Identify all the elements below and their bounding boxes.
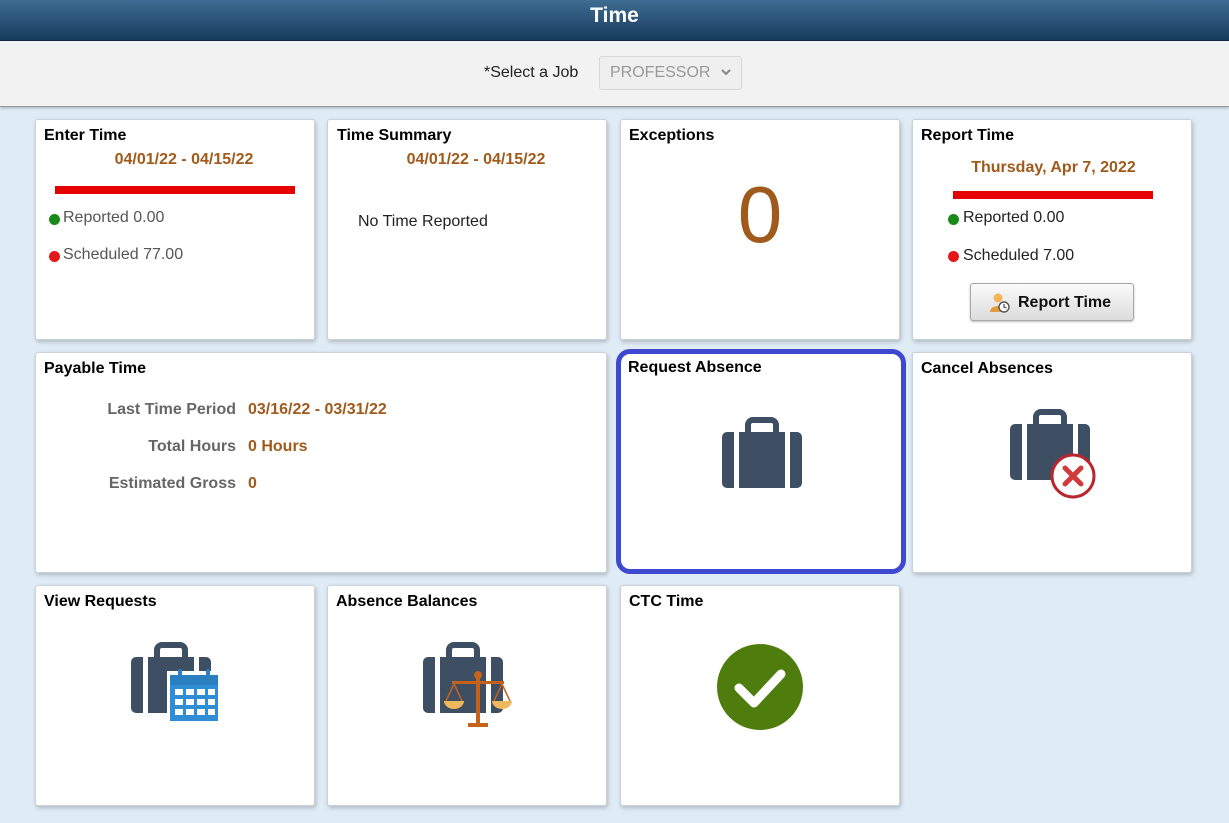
page-title: Time bbox=[590, 4, 639, 27]
reported-hours: Reported 0.00 bbox=[963, 209, 1065, 226]
scheduled-hours: Scheduled 77.00 bbox=[63, 246, 184, 263]
exceptions-count: 0 bbox=[737, 170, 783, 259]
job-select[interactable]: PROFESSOR bbox=[599, 56, 742, 90]
reported-hours: Reported 0.00 bbox=[63, 209, 165, 226]
tile-request-absence[interactable]: Request Absence bbox=[616, 349, 906, 574]
status-dot-green bbox=[49, 214, 60, 225]
tile-enter-time[interactable]: Enter Time 04/01/22 - 04/15/22 Reported … bbox=[35, 119, 315, 340]
chevron-down-icon bbox=[721, 69, 731, 76]
briefcase-scale-icon bbox=[423, 642, 512, 727]
title-bar: Time bbox=[0, 0, 1229, 41]
period-dates: 04/01/22 - 04/15/22 bbox=[406, 151, 546, 168]
tile-absence-balances[interactable]: Absence Balances bbox=[327, 585, 607, 806]
tile-view-requests[interactable]: View Requests bbox=[35, 585, 315, 806]
tile-title: Request Absence bbox=[628, 359, 762, 376]
tile-title: View Requests bbox=[44, 593, 157, 610]
report-time-button-label: Report Time bbox=[1018, 294, 1112, 311]
job-select-label: *Select a Job bbox=[484, 64, 579, 81]
tile-report-time[interactable]: Report Time Thursday, Apr 7, 2022 Report… bbox=[912, 119, 1192, 340]
tile-cancel-absences[interactable]: Cancel Absences bbox=[912, 352, 1192, 573]
no-time-message: No Time Reported bbox=[358, 213, 488, 230]
tile-time-summary[interactable]: Time Summary 04/01/22 - 04/15/22 No Time… bbox=[327, 119, 607, 340]
total-hours-value: 0 Hours bbox=[248, 438, 308, 455]
tile-title: Enter Time bbox=[44, 127, 127, 144]
tile-title: Cancel Absences bbox=[921, 360, 1053, 377]
tile-title: Exceptions bbox=[629, 127, 715, 144]
tile-exceptions[interactable]: Exceptions 0 bbox=[620, 119, 900, 340]
job-select-value: PROFESSOR bbox=[610, 64, 711, 81]
job-selector-bar: *Select a Job PROFESSOR bbox=[0, 41, 1229, 107]
last-period-label: Last Time Period bbox=[107, 401, 236, 418]
person-clock-icon bbox=[990, 293, 1010, 313]
tile-payable-time[interactable]: Payable Time Last Time Period 03/16/22 -… bbox=[35, 352, 607, 573]
last-period-value: 03/16/22 - 03/31/22 bbox=[248, 401, 387, 418]
progress-bar bbox=[953, 191, 1153, 199]
tile-title: CTC Time bbox=[629, 593, 704, 610]
tile-title: Absence Balances bbox=[336, 593, 478, 610]
progress-bar bbox=[55, 186, 295, 194]
estimated-gross-label: Estimated Gross bbox=[108, 475, 236, 492]
checkmark-icon bbox=[717, 644, 803, 730]
status-dot-red bbox=[49, 251, 60, 262]
report-date: Thursday, Apr 7, 2022 bbox=[971, 159, 1136, 176]
status-dot-red bbox=[948, 251, 959, 262]
scheduled-hours: Scheduled 7.00 bbox=[963, 247, 1075, 264]
briefcase-cancel-icon bbox=[1010, 409, 1096, 499]
tile-title: Report Time bbox=[921, 127, 1015, 144]
total-hours-label: Total Hours bbox=[148, 438, 236, 455]
tile-title: Time Summary bbox=[337, 127, 452, 144]
tile-title: Payable Time bbox=[44, 360, 146, 377]
period-dates: 04/01/22 - 04/15/22 bbox=[114, 151, 254, 168]
estimated-gross-value: 0 bbox=[248, 475, 257, 492]
tile-ctc-time[interactable]: CTC Time bbox=[620, 585, 900, 806]
status-dot-green bbox=[948, 214, 959, 225]
briefcase-calendar-icon bbox=[131, 642, 221, 725]
report-time-button[interactable]: Report Time bbox=[970, 283, 1134, 321]
briefcase-icon bbox=[722, 417, 802, 488]
